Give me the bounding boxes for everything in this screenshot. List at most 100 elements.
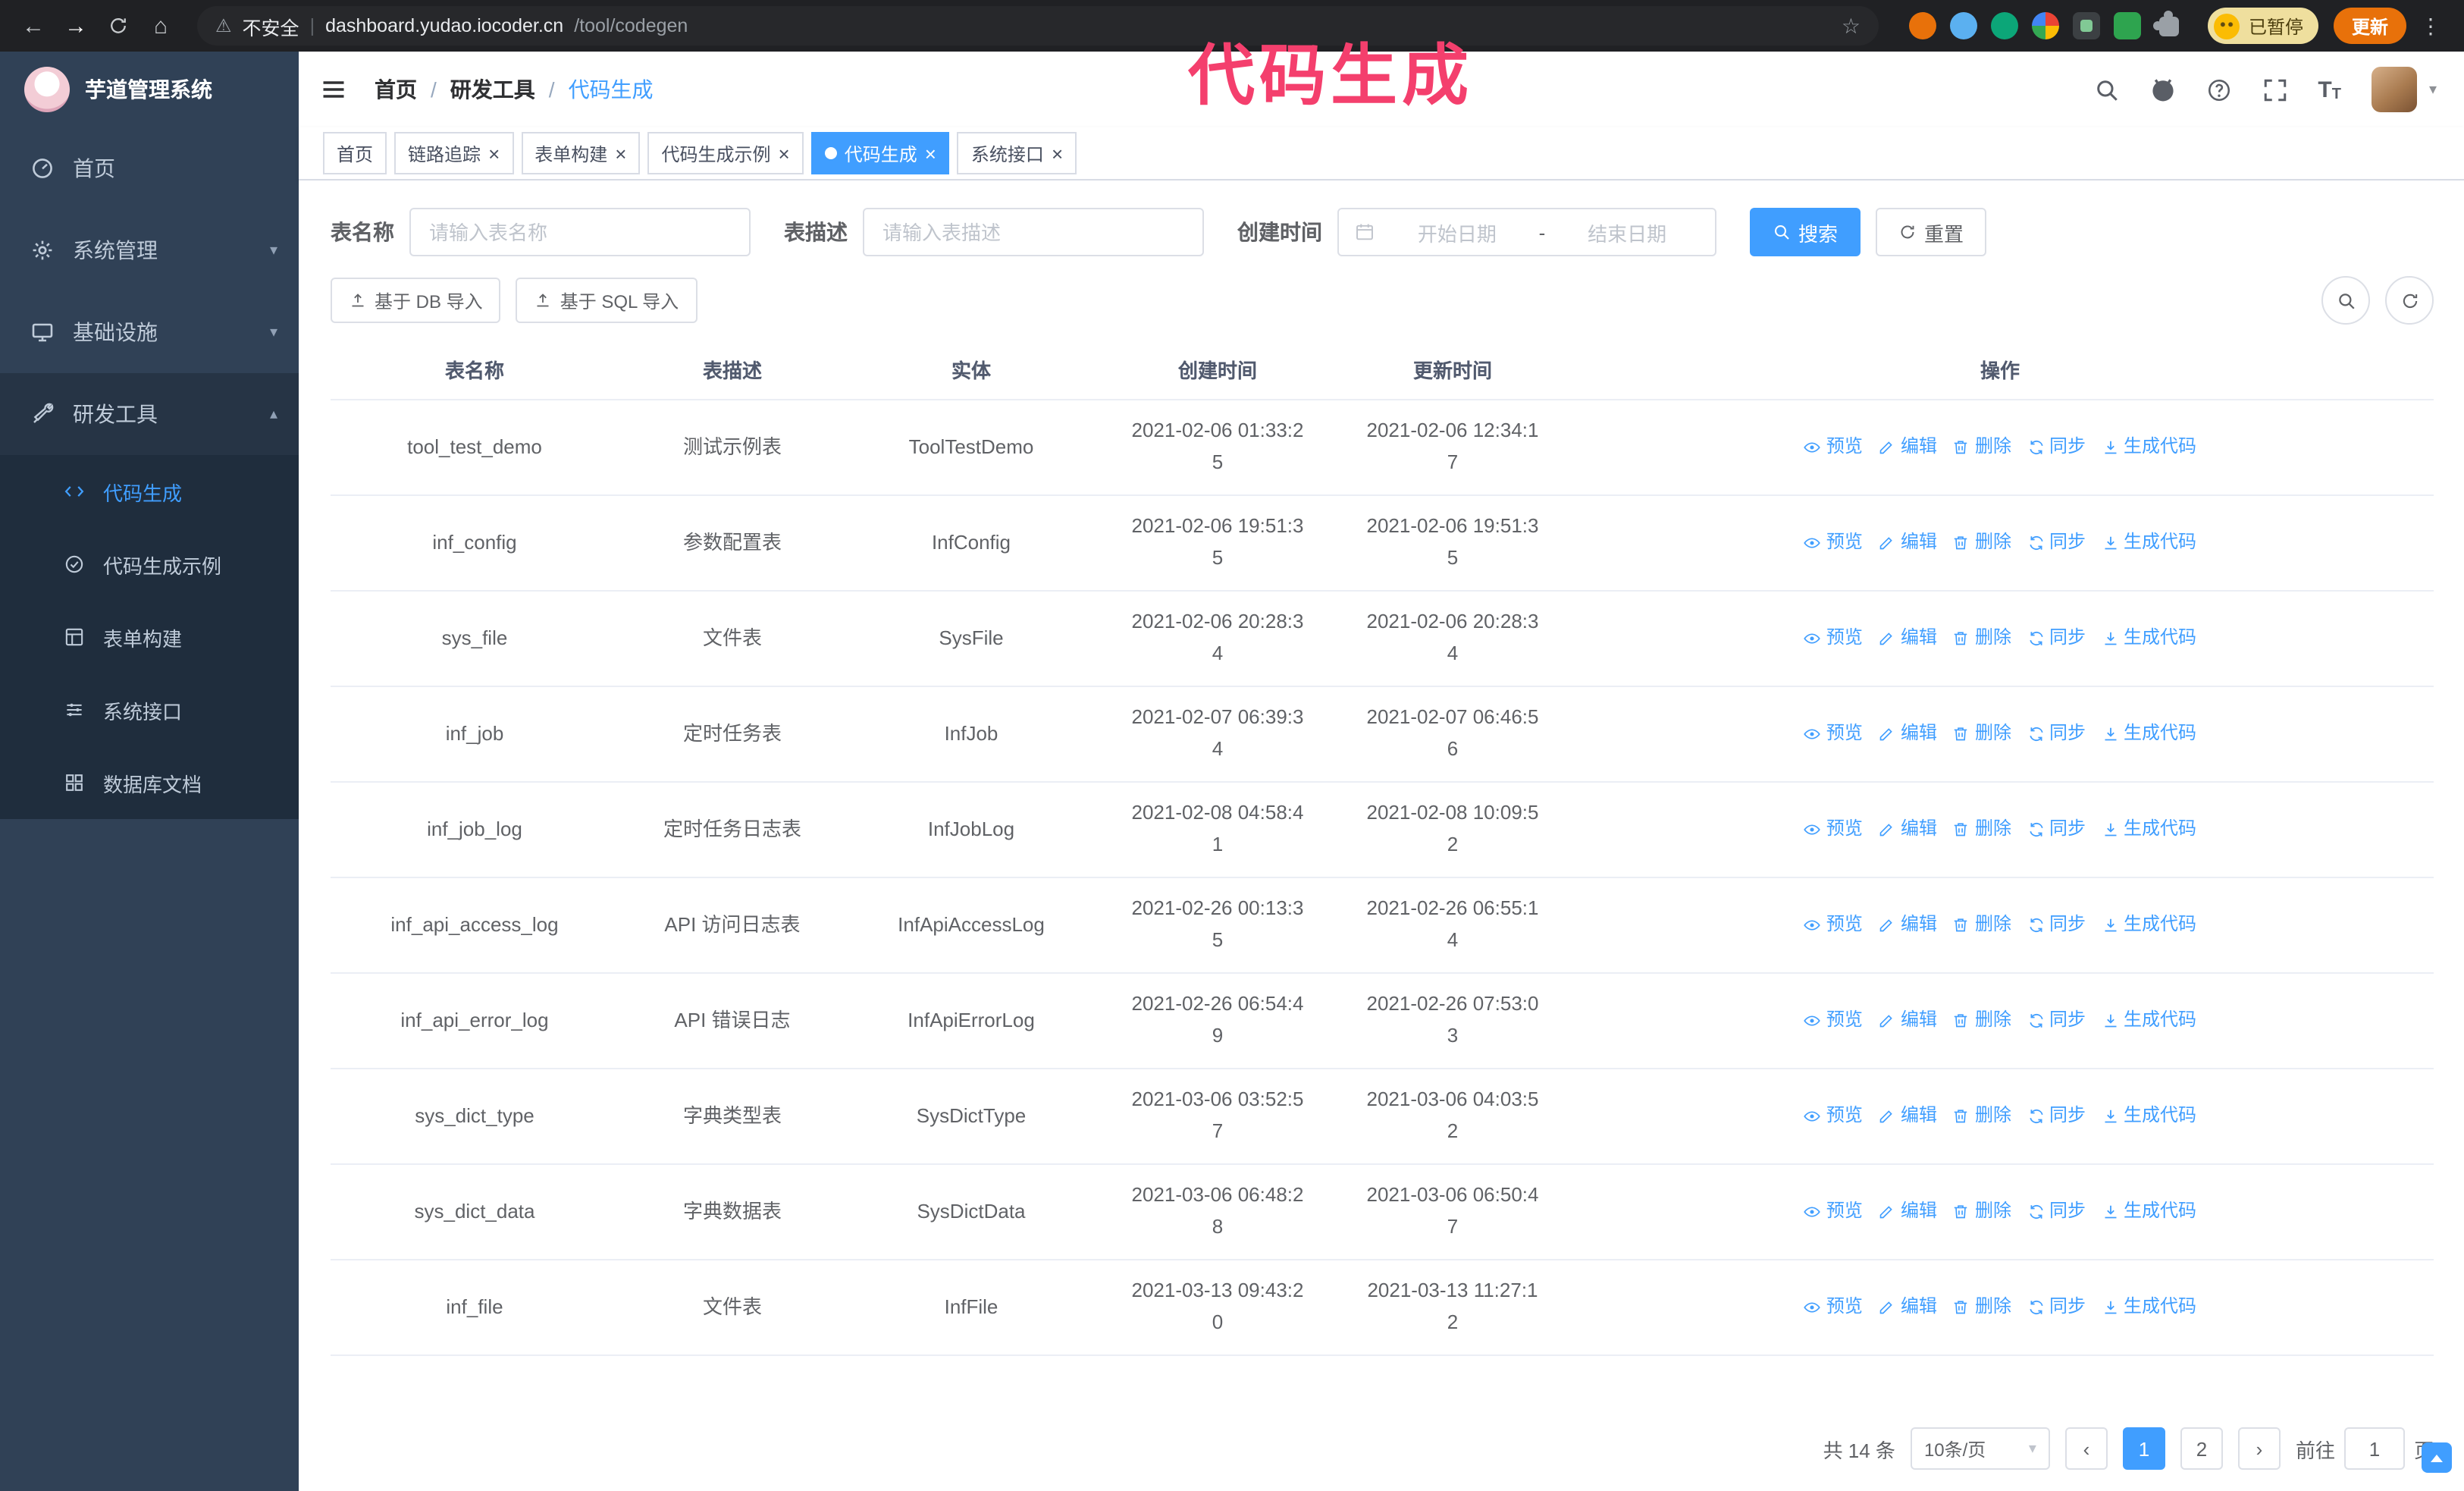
- preview-link[interactable]: 预览: [1804, 529, 1863, 557]
- edit-link[interactable]: 编辑: [1878, 529, 1937, 557]
- close-icon[interactable]: ×: [779, 143, 790, 163]
- sync-link[interactable]: 同步: [2027, 1198, 2086, 1226]
- generate-code-link[interactable]: 生成代码: [2101, 911, 2196, 940]
- preview-link[interactable]: 预览: [1804, 911, 1863, 940]
- page-button-1[interactable]: 1: [2122, 1427, 2165, 1470]
- sidebar-subitem-codegen[interactable]: 代码生成: [0, 455, 299, 528]
- sync-link[interactable]: 同步: [2027, 1102, 2086, 1131]
- back-to-top-button[interactable]: [2422, 1442, 2452, 1473]
- tab-form-builder[interactable]: 表单构建 ×: [521, 132, 641, 174]
- edit-link[interactable]: 编辑: [1878, 1198, 1937, 1226]
- preview-link[interactable]: 预览: [1804, 433, 1863, 462]
- generate-code-link[interactable]: 生成代码: [2101, 1006, 2196, 1035]
- goto-page-input[interactable]: [2343, 1427, 2405, 1470]
- sidebar-subitem-system-api[interactable]: 系统接口: [0, 673, 299, 746]
- delete-link[interactable]: 删除: [1952, 1293, 2011, 1322]
- sync-link[interactable]: 同步: [2027, 624, 2086, 653]
- sidebar-item-infra[interactable]: 基础设施 ▾: [0, 291, 299, 373]
- back-icon[interactable]: ←: [15, 8, 52, 44]
- preview-link[interactable]: 预览: [1804, 815, 1863, 844]
- next-page-button[interactable]: ›: [2237, 1427, 2281, 1470]
- browser-menu-icon[interactable]: ⋮: [2412, 8, 2449, 44]
- table-desc-input[interactable]: [863, 208, 1204, 256]
- delete-link[interactable]: 删除: [1952, 624, 2011, 653]
- preview-link[interactable]: 预览: [1804, 624, 1863, 653]
- sync-link[interactable]: 同步: [2027, 1006, 2086, 1035]
- address-bar[interactable]: ⚠ 不安全 | dashboard.yudao.iocoder.cn/tool/…: [197, 6, 1879, 46]
- sidebar-subitem-form-builder[interactable]: 表单构建: [0, 601, 299, 673]
- delete-link[interactable]: 删除: [1952, 1198, 2011, 1226]
- app-logo[interactable]: 芋道管理系统: [0, 52, 299, 127]
- delete-link[interactable]: 删除: [1952, 815, 2011, 844]
- sync-link[interactable]: 同步: [2027, 433, 2086, 462]
- page-size-select[interactable]: 10条/页 ▾: [1910, 1427, 2050, 1470]
- extension-icon-1[interactable]: [1908, 12, 1936, 39]
- delete-link[interactable]: 删除: [1952, 1102, 2011, 1131]
- extension-icon-6[interactable]: [2113, 12, 2141, 39]
- sync-link[interactable]: 同步: [2027, 529, 2086, 557]
- edit-link[interactable]: 编辑: [1878, 1006, 1937, 1035]
- tab-tracing[interactable]: 链路追踪 ×: [394, 132, 514, 174]
- edit-link[interactable]: 编辑: [1878, 911, 1937, 940]
- sidebar-item-devtools[interactable]: 研发工具 ▴: [0, 373, 299, 455]
- tab-system-api[interactable]: 系统接口 ×: [957, 132, 1077, 174]
- sync-link[interactable]: 同步: [2027, 815, 2086, 844]
- preview-link[interactable]: 预览: [1804, 720, 1863, 749]
- update-button[interactable]: 更新: [2333, 8, 2406, 44]
- sidebar-subitem-codegen-example[interactable]: 代码生成示例: [0, 528, 299, 601]
- bookmark-star-icon[interactable]: ☆: [1842, 13, 1861, 39]
- font-size-icon[interactable]: TT: [2318, 77, 2341, 102]
- generate-code-link[interactable]: 生成代码: [2101, 720, 2196, 749]
- generate-code-link[interactable]: 生成代码: [2101, 624, 2196, 653]
- edit-link[interactable]: 编辑: [1878, 1293, 1937, 1322]
- extension-icon-3[interactable]: [1990, 12, 2018, 39]
- delete-link[interactable]: 删除: [1952, 433, 2011, 462]
- delete-link[interactable]: 删除: [1952, 1006, 2011, 1035]
- refresh-table-button[interactable]: [2385, 276, 2434, 325]
- edit-link[interactable]: 编辑: [1878, 720, 1937, 749]
- close-icon[interactable]: ×: [925, 143, 936, 163]
- github-icon[interactable]: [2149, 77, 2175, 102]
- hamburger-icon[interactable]: [320, 76, 347, 103]
- prev-page-button[interactable]: ‹: [2064, 1427, 2108, 1470]
- generate-code-link[interactable]: 生成代码: [2101, 1198, 2196, 1226]
- tab-codegen[interactable]: 代码生成 ×: [810, 132, 950, 174]
- generate-code-link[interactable]: 生成代码: [2101, 815, 2196, 844]
- page-button-2[interactable]: 2: [2180, 1427, 2223, 1470]
- import-db-button[interactable]: 基于 DB 导入: [331, 278, 501, 323]
- close-icon[interactable]: ×: [1052, 143, 1063, 163]
- edit-link[interactable]: 编辑: [1878, 1102, 1937, 1131]
- extension-icon-5[interactable]: [2072, 12, 2100, 39]
- close-icon[interactable]: ×: [615, 143, 626, 163]
- search-icon[interactable]: [2093, 77, 2119, 102]
- tab-codegen-example[interactable]: 代码生成示例 ×: [647, 132, 804, 174]
- sidebar-item-home[interactable]: 首页: [0, 127, 299, 209]
- date-range-picker[interactable]: 开始日期 - 结束日期: [1337, 208, 1716, 256]
- extension-icon-4[interactable]: [2031, 12, 2059, 39]
- preview-link[interactable]: 预览: [1804, 1198, 1863, 1226]
- paused-profile-chip[interactable]: 已暂停: [2207, 8, 2318, 44]
- delete-link[interactable]: 删除: [1952, 720, 2011, 749]
- tab-home[interactable]: 首页: [323, 132, 387, 174]
- generate-code-link[interactable]: 生成代码: [2101, 433, 2196, 462]
- delete-link[interactable]: 删除: [1952, 911, 2011, 940]
- edit-link[interactable]: 编辑: [1878, 433, 1937, 462]
- table-name-input[interactable]: [409, 208, 751, 256]
- edit-link[interactable]: 编辑: [1878, 624, 1937, 653]
- breadcrumb-devtools[interactable]: 研发工具: [450, 74, 535, 105]
- user-avatar[interactable]: [2371, 67, 2417, 112]
- question-icon[interactable]: [2205, 77, 2231, 102]
- home-icon[interactable]: ⌂: [143, 8, 179, 44]
- close-icon[interactable]: ×: [488, 143, 500, 163]
- generate-code-link[interactable]: 生成代码: [2101, 529, 2196, 557]
- sidebar-subitem-db-doc[interactable]: 数据库文档: [0, 746, 299, 819]
- preview-link[interactable]: 预览: [1804, 1293, 1863, 1322]
- sync-link[interactable]: 同步: [2027, 720, 2086, 749]
- extensions-puzzle-icon[interactable]: [2152, 10, 2179, 36]
- breadcrumb-current[interactable]: 代码生成: [569, 74, 654, 105]
- search-button[interactable]: 搜索: [1750, 208, 1861, 256]
- preview-link[interactable]: 预览: [1804, 1102, 1863, 1131]
- sync-link[interactable]: 同步: [2027, 1293, 2086, 1322]
- generate-code-link[interactable]: 生成代码: [2101, 1102, 2196, 1131]
- delete-link[interactable]: 删除: [1952, 529, 2011, 557]
